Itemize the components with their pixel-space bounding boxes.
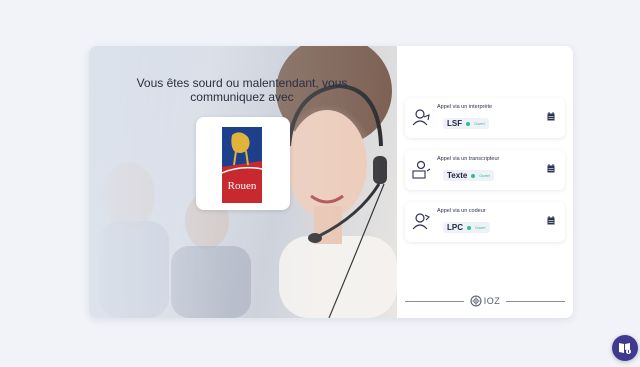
call-option-status: Ouvert xyxy=(475,225,486,230)
divider xyxy=(506,300,565,302)
main-card: Vous êtes sourd ou malentendant, vous co… xyxy=(89,46,573,318)
brand-emblem-icon xyxy=(470,295,482,307)
call-option-texte[interactable]: Appel via un transcripteur Texte Ouvert xyxy=(405,150,565,190)
call-option-badge: Texte Ouvert xyxy=(443,170,494,181)
calendar-icon[interactable] xyxy=(547,112,555,121)
help-button[interactable] xyxy=(612,335,638,361)
call-option-code: LSF xyxy=(447,119,463,128)
status-dot-icon xyxy=(471,173,476,178)
calendar-icon[interactable] xyxy=(547,164,555,173)
page: Vous êtes sourd ou malentendant, vous co… xyxy=(0,0,640,367)
brand-name: IOZ xyxy=(483,296,501,306)
call-option-lpc[interactable]: Appel via un codeur LPC Ouvert xyxy=(405,202,565,242)
call-option-code: LPC xyxy=(447,223,463,232)
call-option-lsf[interactable]: Appel via un interprète LSF Ouvert xyxy=(405,98,565,138)
call-option-status: Ouvert xyxy=(479,173,490,178)
call-option-label: Appel via un codeur xyxy=(437,208,486,214)
rouen-logo: Rouen xyxy=(221,127,263,203)
transcriber-icon xyxy=(412,160,431,179)
hero-title: Vous êtes sourd ou malentendant, vous co… xyxy=(136,76,348,104)
call-options-panel: Appel via un interprète LSF Ouvert Appel… xyxy=(397,46,573,318)
coder-icon xyxy=(412,213,430,230)
svg-text:Rouen: Rouen xyxy=(228,180,257,192)
call-option-badge: LSF Ouvert xyxy=(443,118,489,129)
status-dot-icon xyxy=(467,225,471,230)
call-option-label: Appel via un interprète xyxy=(437,104,493,110)
call-option-code: Texte xyxy=(447,171,468,180)
call-option-status: Ouvert xyxy=(474,121,485,126)
brand-logo: IOZ xyxy=(470,295,501,307)
calendar-icon[interactable] xyxy=(547,216,555,225)
call-option-label: Appel via un transcripteur xyxy=(437,156,500,162)
book-help-icon xyxy=(619,343,631,354)
call-option-badge: LPC Ouvert xyxy=(443,222,490,233)
interpreter-icon xyxy=(412,109,430,126)
city-logo-card: Rouen xyxy=(196,117,290,210)
hero-panel: Vous êtes sourd ou malentendant, vous co… xyxy=(89,46,397,318)
status-dot-icon xyxy=(466,121,471,126)
brand-footer: IOZ xyxy=(405,293,565,309)
divider xyxy=(405,300,464,302)
